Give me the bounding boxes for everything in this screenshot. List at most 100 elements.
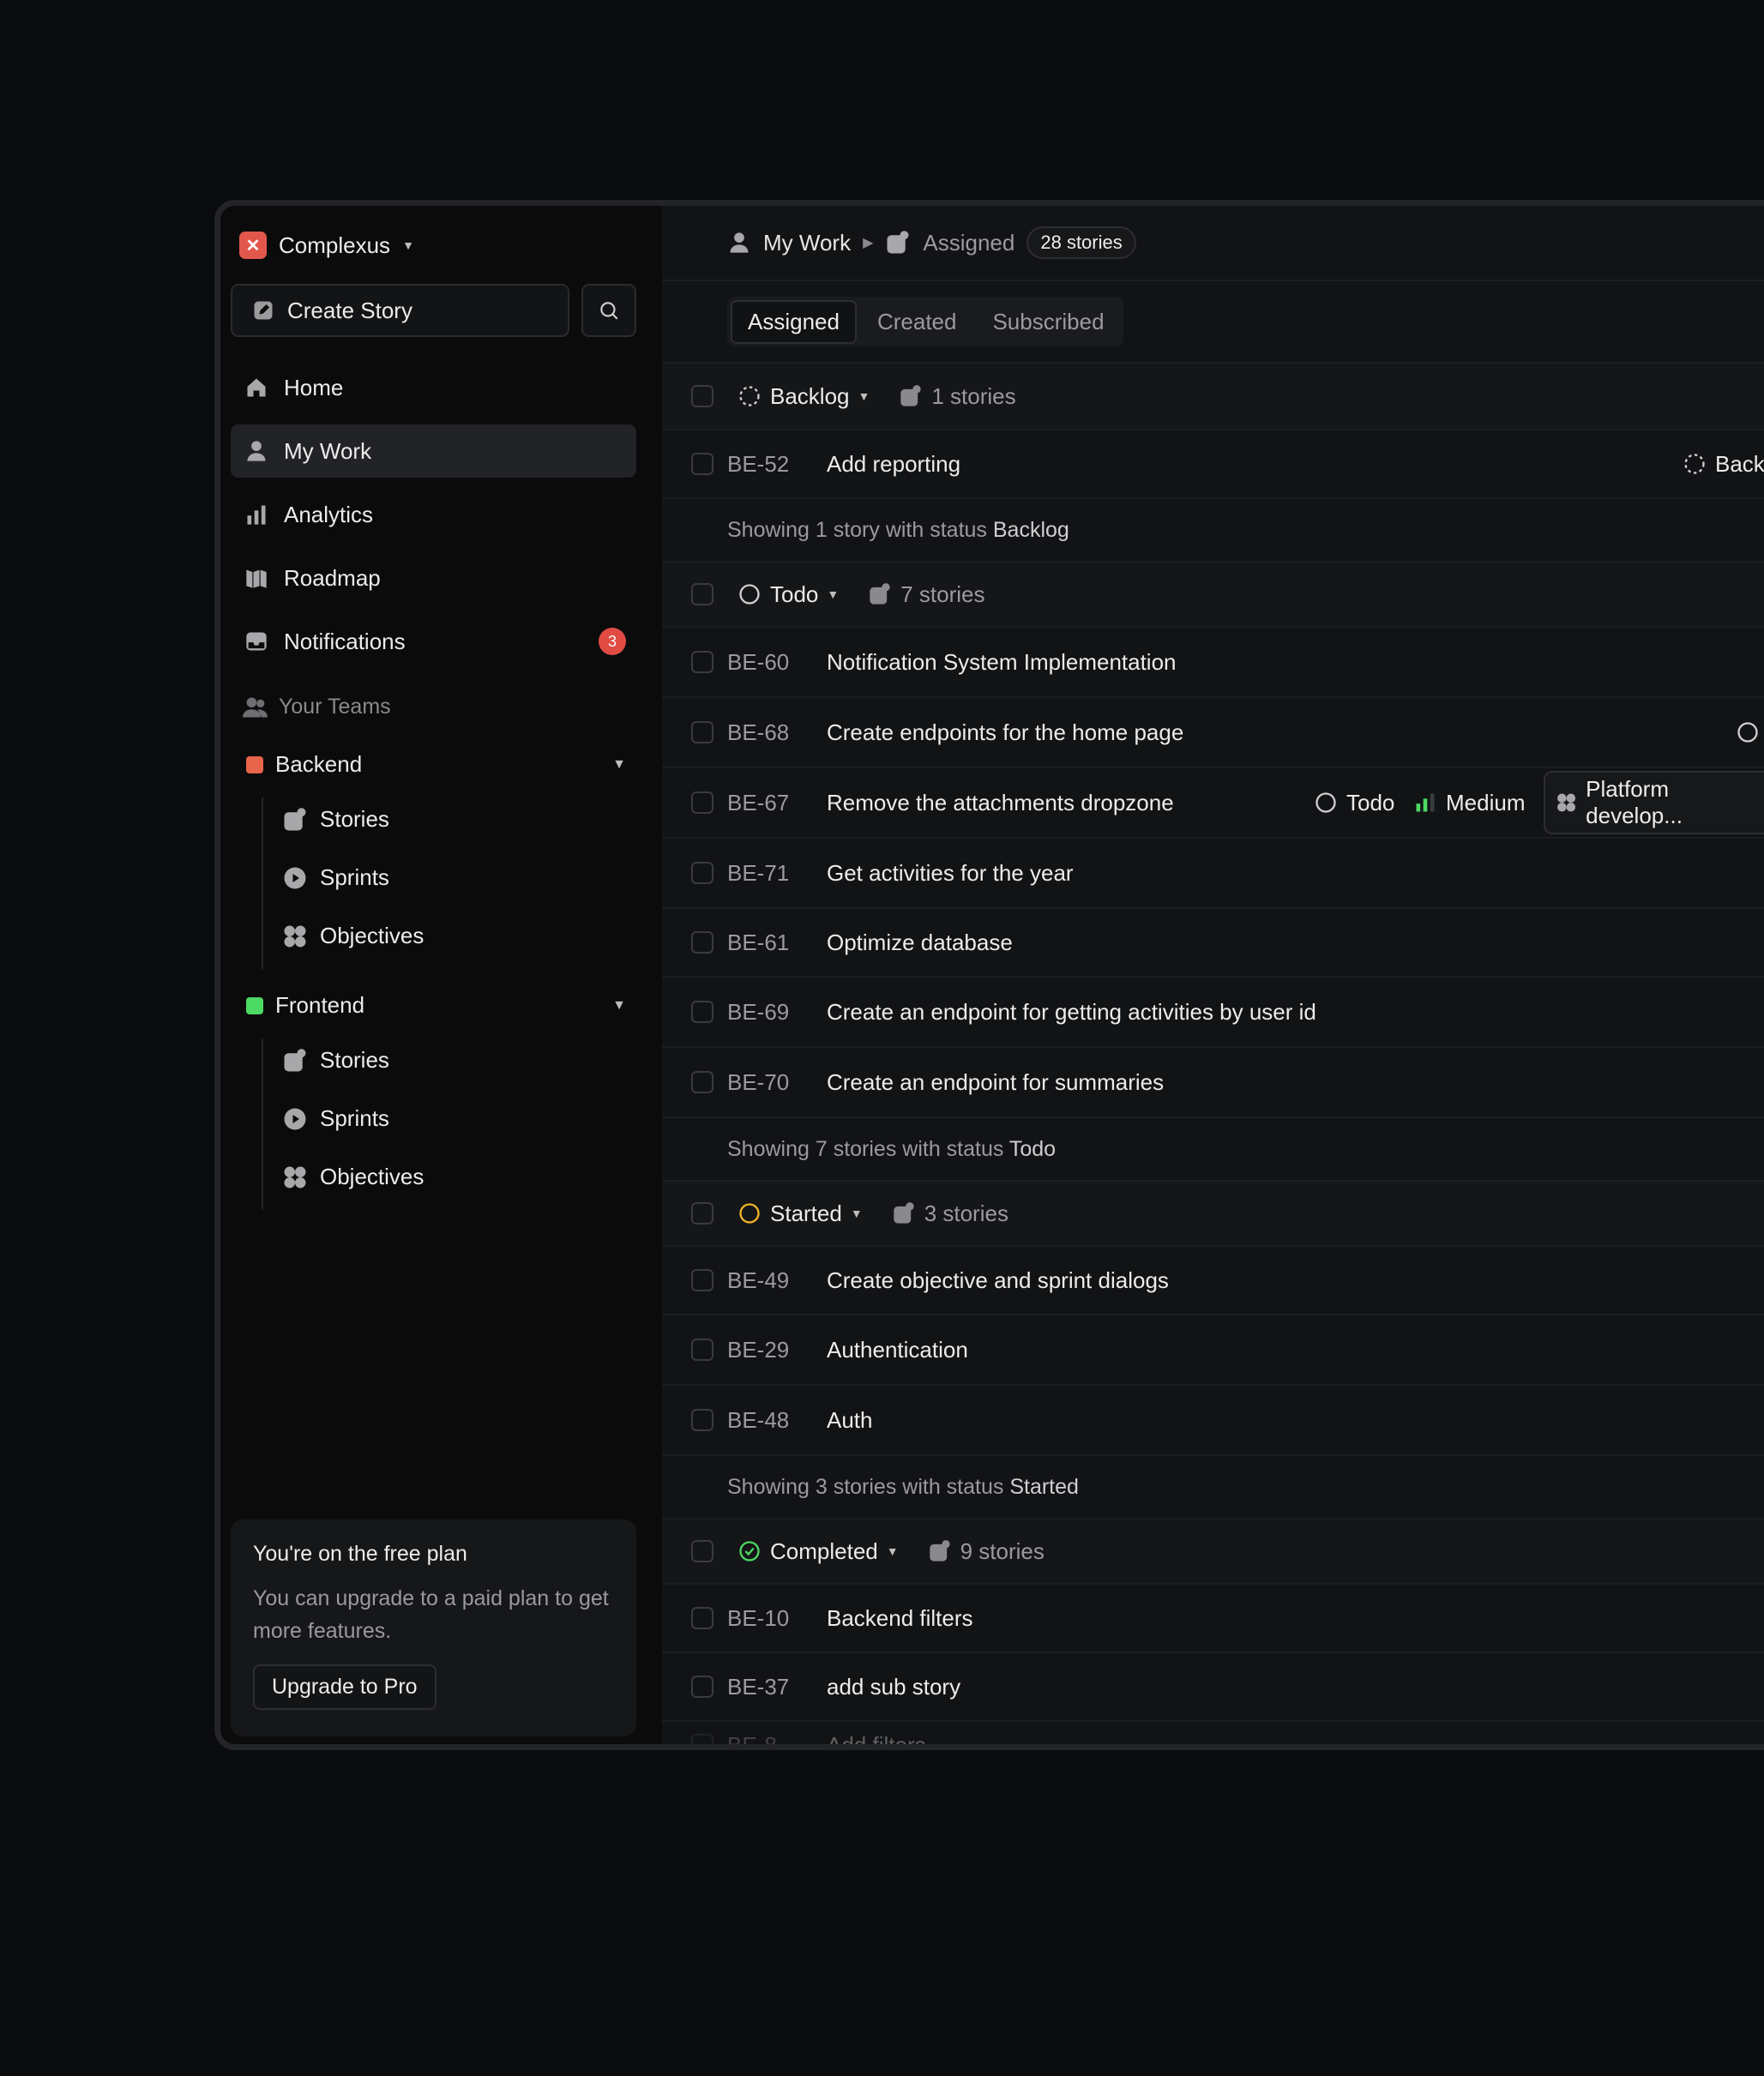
- story-checkbox[interactable]: [691, 862, 713, 884]
- story-checkbox[interactable]: [691, 651, 713, 673]
- nav-item-analytics[interactable]: Analytics: [231, 488, 636, 541]
- team-backend-stories[interactable]: Stories: [282, 806, 389, 833]
- workspace-switcher[interactable]: ✕ Complexus ▼: [239, 228, 414, 262]
- search-button[interactable]: [581, 284, 636, 337]
- story-checkbox[interactable]: [691, 1339, 713, 1361]
- story-count-label: 1 stories: [931, 382, 1016, 409]
- group-checkbox[interactable]: [691, 385, 713, 407]
- team-frontend-sprints[interactable]: Sprints: [282, 1105, 389, 1132]
- chevron-down-icon: ▼: [886, 1544, 899, 1558]
- tab-assigned[interactable]: Assigned: [731, 299, 857, 344]
- team-frontend-stories[interactable]: Stories: [282, 1047, 389, 1074]
- story-title[interactable]: Create an endpoint for summaries: [827, 1069, 1164, 1096]
- tab-subscribed[interactable]: Subscribed: [977, 302, 1119, 342]
- group-checkbox[interactable]: [691, 1202, 713, 1225]
- story-row[interactable]: BE-49 Create objective and sprint dialog…: [662, 1247, 1764, 1315]
- story-row[interactable]: BE-70 Create an endpoint for summaries: [662, 1048, 1764, 1118]
- story-row[interactable]: BE-52 Add reporting Back: [662, 430, 1764, 499]
- group-story-count: 1 stories: [899, 382, 1016, 410]
- story-row[interactable]: BE-60 Notification System Implementation: [662, 628, 1764, 698]
- story-title[interactable]: add sub story: [827, 1674, 960, 1700]
- story-checkbox[interactable]: [691, 1734, 713, 1744]
- status-dropdown[interactable]: Started ▼ 3 stories: [738, 1200, 1008, 1227]
- story-checkbox[interactable]: [691, 721, 713, 743]
- nav-label: Home: [284, 374, 344, 400]
- story-row[interactable]: BE-37 add sub story: [662, 1653, 1764, 1722]
- story-checkbox[interactable]: [691, 1269, 713, 1291]
- story-row[interactable]: BE-61 Optimize database: [662, 909, 1764, 978]
- story-title[interactable]: Create endpoints for the home page: [827, 719, 1183, 746]
- team-name: Backend: [275, 751, 363, 777]
- story-title[interactable]: Authentication: [827, 1337, 968, 1363]
- story-checkbox[interactable]: [691, 453, 713, 475]
- story-title[interactable]: Add reporting: [827, 451, 960, 478]
- create-story-button[interactable]: Create Story: [231, 284, 569, 337]
- story-status-label: Back: [1715, 450, 1764, 477]
- story-count-label: 3 stories: [924, 1200, 1008, 1226]
- nav-item-notifications[interactable]: Notifications 3: [231, 615, 636, 668]
- story-title[interactable]: Optimize database: [827, 930, 1013, 956]
- story-row[interactable]: BE-68 Create endpoints for the home page: [662, 698, 1764, 768]
- group-checkbox[interactable]: [691, 1540, 713, 1562]
- story-objective-chip[interactable]: Platform develop...: [1544, 771, 1764, 834]
- story-checkbox[interactable]: [691, 931, 713, 954]
- story-checkbox[interactable]: [691, 1607, 713, 1629]
- story-title[interactable]: Add filters: [827, 1732, 926, 1744]
- chevron-down-icon[interactable]: ▼: [612, 757, 626, 773]
- story-title[interactable]: Backend filters: [827, 1605, 973, 1632]
- stories-icon: [887, 231, 909, 254]
- status-dropdown[interactable]: Todo ▼ 7 stories: [738, 581, 985, 608]
- story-row[interactable]: BE-29 Authentication: [662, 1315, 1764, 1386]
- bar-chart-icon: [243, 501, 270, 528]
- story-title[interactable]: Create objective and sprint dialogs: [827, 1267, 1169, 1294]
- story-row[interactable]: BE-71 Get activities for the year: [662, 839, 1764, 909]
- story-status-label: Todo: [1346, 789, 1395, 815]
- story-id: BE-61: [727, 929, 790, 955]
- story-status[interactable]: Todo: [1314, 790, 1394, 816]
- breadcrumb-my-work[interactable]: My Work: [763, 230, 851, 256]
- chevron-down-icon: ▼: [858, 389, 870, 403]
- story-checkbox[interactable]: [691, 1676, 713, 1698]
- status-dropdown[interactable]: Completed ▼ 9 stories: [738, 1538, 1045, 1565]
- story-row[interactable]: BE-48 Auth: [662, 1386, 1764, 1456]
- objective-label: Platform develop...: [1586, 776, 1683, 828]
- team-backend[interactable]: Backend ▼: [246, 751, 636, 778]
- story-title[interactable]: Create an endpoint for getting activitie…: [827, 999, 1316, 1026]
- story-title[interactable]: Remove the attachments dropzone: [827, 790, 1174, 816]
- group-header-todo: Todo ▼ 7 stories: [662, 563, 1764, 628]
- story-title[interactable]: Get activities for the year: [827, 860, 1074, 887]
- status-label: Backlog: [770, 382, 850, 409]
- team-backend-objectives[interactable]: Objectives: [282, 923, 424, 949]
- inbox-icon: [243, 628, 270, 655]
- story-row[interactable]: BE-67 Remove the attachments dropzone To…: [662, 768, 1764, 839]
- breadcrumb: My Work ▶ Assigned 28 stories: [662, 206, 1764, 281]
- app-logo-icon: ✕: [239, 232, 267, 259]
- tab-created[interactable]: Created: [862, 302, 972, 342]
- status-dropdown[interactable]: Backlog ▼ 1 stories: [738, 383, 1016, 410]
- nav-item-home[interactable]: Home: [231, 361, 636, 414]
- story-row[interactable]: BE-8 Add filters: [662, 1722, 1764, 1744]
- team-frontend[interactable]: Frontend ▼: [246, 992, 636, 1019]
- story-checkbox[interactable]: [691, 1409, 713, 1431]
- story-title[interactable]: Notification System Implementation: [827, 649, 1177, 676]
- team-backend-sprints[interactable]: Sprints: [282, 864, 389, 891]
- story-checkbox[interactable]: [691, 1071, 713, 1093]
- sub-item-label: Objectives: [320, 1164, 424, 1189]
- completed-status-icon: [739, 1541, 760, 1562]
- team-frontend-objectives[interactable]: Objectives: [282, 1164, 424, 1190]
- create-story-label: Create Story: [287, 297, 412, 323]
- story-checkbox[interactable]: [691, 1001, 713, 1023]
- story-checkbox[interactable]: [691, 791, 713, 814]
- group-checkbox[interactable]: [691, 583, 713, 605]
- chevron-down-icon[interactable]: ▼: [612, 998, 626, 1014]
- story-title[interactable]: Auth: [827, 1407, 873, 1434]
- story-row[interactable]: BE-10 Backend filters: [662, 1585, 1764, 1653]
- nav-item-my-work[interactable]: My Work: [231, 424, 636, 478]
- story-status[interactable]: [1736, 720, 1760, 744]
- nav-item-roadmap[interactable]: Roadmap: [231, 551, 636, 605]
- story-row[interactable]: BE-69 Create an endpoint for getting act…: [662, 978, 1764, 1048]
- story-status[interactable]: Back: [1683, 451, 1764, 478]
- story-priority[interactable]: Medium: [1413, 790, 1525, 816]
- sidebar: ✕ Complexus ▼ Create Story Home My Work …: [220, 206, 664, 1744]
- upgrade-to-pro-button[interactable]: Upgrade to Pro: [253, 1664, 436, 1710]
